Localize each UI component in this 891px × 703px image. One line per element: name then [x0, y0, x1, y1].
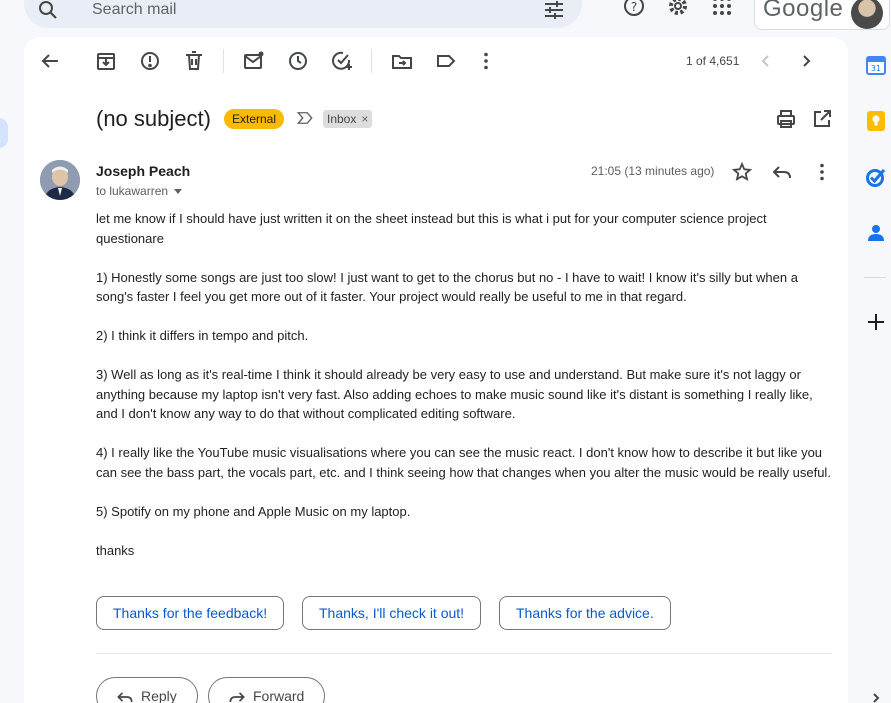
mark-unread-icon[interactable] [242, 49, 266, 73]
search-input[interactable]: Search mail [92, 1, 176, 19]
reply-arrow-icon [115, 687, 135, 703]
contacts-icon[interactable] [864, 221, 888, 245]
body-paragraph: 3) Well as long as it's real-time I thin… [96, 367, 813, 421]
calendar-icon[interactable]: 31 [864, 53, 888, 77]
reply-button[interactable]: Reply [96, 677, 198, 703]
search-options-icon[interactable] [542, 0, 566, 22]
expand-panel-chevron-icon[interactable] [864, 690, 888, 703]
search-bar[interactable]: Search mail [24, 0, 582, 28]
email-subject: (no subject) [96, 106, 211, 131]
body-paragraph: 4) I really like the YouTube music visua… [96, 445, 831, 480]
print-icon[interactable] [774, 107, 798, 131]
star-icon[interactable] [730, 160, 754, 184]
toolbar-divider [223, 49, 224, 73]
email-date: 21:05 (13 minutes ago) [591, 164, 715, 178]
back-arrow-icon[interactable] [38, 49, 62, 73]
remove-label-icon[interactable]: × [361, 112, 368, 126]
forward-button[interactable]: Forward [208, 677, 326, 703]
reply-icon[interactable] [770, 160, 794, 184]
sender-name[interactable]: Joseph Peach [96, 163, 190, 179]
body-paragraph: let me know if I should have just writte… [96, 211, 767, 246]
add-task-icon[interactable] [330, 49, 354, 73]
open-in-new-window-icon[interactable] [810, 107, 834, 131]
sidebar-active-indicator[interactable] [0, 118, 8, 148]
smart-reply-chip[interactable]: Thanks, I'll check it out! [302, 596, 482, 630]
body-paragraph: 5) Spotify on my phone and Apple Music o… [96, 503, 411, 519]
recipient-details-dropdown-icon[interactable] [174, 189, 183, 195]
account-avatar[interactable] [851, 0, 883, 29]
google-logo: Google [763, 0, 844, 22]
add-plus-icon[interactable] [864, 310, 888, 334]
smart-reply-chip[interactable]: Thanks for the feedback! [96, 596, 285, 630]
svg-text:?: ? [631, 0, 637, 14]
search-icon[interactable] [36, 0, 60, 22]
email-body: let me know if I should have just writte… [96, 209, 836, 580]
side-panel-divider [864, 277, 886, 278]
move-to-folder-icon[interactable] [390, 49, 414, 73]
inbox-label-text: Inbox [327, 112, 357, 126]
divider [96, 653, 832, 654]
more-vert-icon[interactable] [474, 49, 498, 73]
account-switcher[interactable]: Google [754, 0, 890, 30]
chevron-left-icon[interactable] [754, 49, 778, 73]
forward-arrow-icon [227, 687, 247, 703]
external-badge: External [224, 109, 285, 129]
toolbar-divider [371, 49, 372, 73]
chevron-right-icon[interactable] [794, 49, 818, 73]
svg-text:31: 31 [871, 64, 881, 73]
pagination-count: 1 of 4,651 [686, 54, 740, 68]
tasks-icon[interactable] [864, 165, 888, 189]
importance-marker-icon[interactable] [296, 109, 314, 127]
report-spam-icon[interactable] [138, 49, 162, 73]
delete-trash-icon[interactable] [182, 49, 206, 73]
label-tag-icon[interactable] [434, 49, 458, 73]
more-options-icon[interactable] [810, 160, 834, 184]
inbox-label[interactable]: Inbox × [323, 110, 373, 128]
help-icon[interactable]: ? [622, 0, 646, 18]
keep-notes-icon[interactable] [864, 109, 888, 133]
archive-icon[interactable] [94, 49, 118, 73]
body-paragraph: thanks [96, 542, 135, 558]
email-view: 1 of 4,651 (no subject) External Inbox × … [24, 37, 848, 703]
body-paragraph: 1) Honestly some songs are just too slow… [96, 269, 798, 305]
reply-label: Reply [141, 688, 177, 703]
recipient-line[interactable]: to lukawarren [96, 184, 183, 198]
apps-grid-icon[interactable] [710, 0, 734, 18]
recipient-text: to lukawarren [96, 184, 169, 198]
sender-avatar[interactable] [40, 160, 80, 200]
settings-gear-icon[interactable] [666, 0, 690, 18]
snooze-clock-icon[interactable] [286, 49, 310, 73]
smart-reply-chip[interactable]: Thanks for the advice. [499, 596, 671, 630]
body-paragraph: 2) I think it differs in tempo and pitch… [96, 328, 309, 343]
forward-label: Forward [253, 688, 305, 703]
